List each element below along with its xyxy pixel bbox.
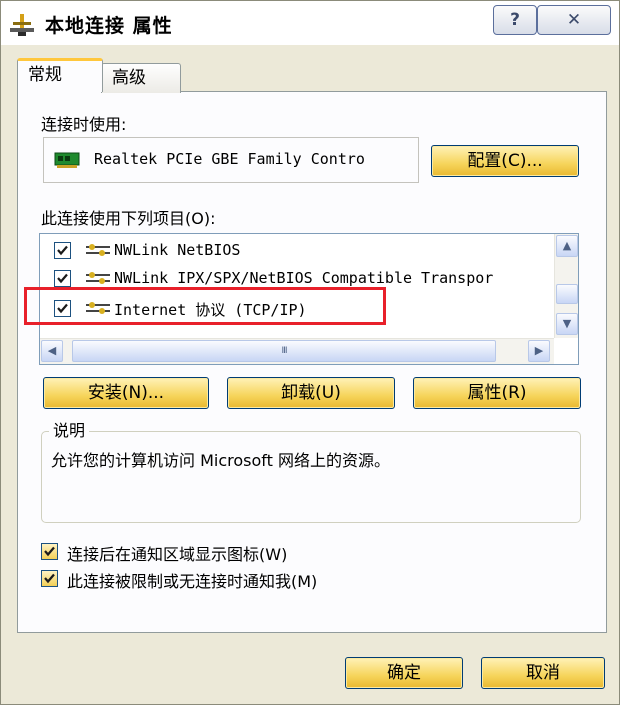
- scroll-right-icon[interactable]: ▶: [528, 340, 550, 362]
- vertical-scrollbar[interactable]: ▲ ▼: [554, 234, 578, 338]
- window-title: 本地连接 属性: [45, 15, 173, 37]
- help-button[interactable]: ?: [493, 5, 537, 35]
- adapter-field: Realtek PCIe GBE Family Contro: [43, 137, 419, 183]
- list-item[interactable]: NWLink NetBIOS: [40, 238, 550, 262]
- show-icon-checkbox[interactable]: [41, 543, 58, 560]
- description-title: 说明: [49, 417, 90, 441]
- notify-checkbox-label: 此连接被限制或无连接时通知我(M): [67, 572, 318, 591]
- description-groupbox: [41, 431, 581, 523]
- description-text: 允许您的计算机访问 Microsoft 网络上的资源。: [51, 451, 390, 470]
- item-checkbox[interactable]: [54, 270, 71, 287]
- configure-button[interactable]: 配置(C)...: [431, 145, 579, 177]
- scroll-thumb[interactable]: III: [72, 340, 496, 362]
- title-bar[interactable]: 本地连接 属性 ? ✕: [1, 1, 619, 45]
- connect-using-label: 连接时使用:: [41, 115, 127, 134]
- checkmark-icon: [57, 273, 68, 284]
- items-label: 此连接使用下列项目(O):: [41, 209, 216, 228]
- scroll-thumb[interactable]: [556, 284, 578, 304]
- checkmark-icon: [57, 245, 68, 256]
- notify-checkbox-row[interactable]: 此连接被限制或无连接时通知我(M): [41, 568, 401, 591]
- item-label: NWLink IPX/SPX/NetBIOS Compatible Transp…: [114, 269, 494, 287]
- item-checkbox[interactable]: [54, 300, 71, 317]
- uninstall-button[interactable]: 卸载(U): [227, 377, 395, 409]
- close-button[interactable]: ✕: [537, 5, 611, 35]
- install-button[interactable]: 安装(N)...: [43, 377, 209, 409]
- scroll-down-icon[interactable]: ▼: [556, 313, 578, 335]
- properties-button[interactable]: 属性(R): [413, 377, 581, 409]
- ok-button[interactable]: 确定: [345, 657, 463, 689]
- item-checkbox[interactable]: [54, 242, 71, 259]
- network-connection-icon: [10, 14, 34, 36]
- item-label: Internet 协议 (TCP/IP): [114, 301, 307, 319]
- checkmark-icon: [57, 303, 68, 314]
- show-icon-checkbox-row[interactable]: 连接后在通知区域显示图标(W): [41, 541, 371, 564]
- checkmark-icon: [44, 546, 55, 557]
- cancel-button[interactable]: 取消: [481, 657, 605, 689]
- checkmark-icon: [44, 573, 55, 584]
- tab-general[interactable]: 常规: [17, 58, 103, 92]
- tab-advanced[interactable]: 高级: [101, 63, 181, 93]
- protocol-icon: [86, 272, 110, 284]
- protocol-icon: [86, 244, 110, 256]
- network-card-icon: [54, 152, 80, 168]
- adapter-name: Realtek PCIe GBE Family Contro: [94, 150, 365, 168]
- scroll-up-icon[interactable]: ▲: [556, 235, 578, 257]
- list-item-tcp-ip[interactable]: Internet 协议 (TCP/IP): [40, 296, 550, 320]
- show-icon-checkbox-label: 连接后在通知区域显示图标(W): [67, 545, 288, 564]
- list-item[interactable]: NWLink IPX/SPX/NetBIOS Compatible Transp…: [40, 266, 550, 290]
- properties-dialog: 本地连接 属性 ? ✕ 常规 高级 连接时使用: Realtek PCIe GB…: [0, 0, 620, 705]
- horizontal-scrollbar[interactable]: ◀ III ▶: [40, 338, 554, 364]
- protocol-icon: [86, 302, 110, 314]
- components-list[interactable]: NWLink NetBIOS NWLink IPX/SPX/NetBIOS Co…: [39, 233, 579, 365]
- notify-checkbox[interactable]: [41, 570, 58, 587]
- item-label: NWLink NetBIOS: [114, 241, 241, 259]
- scroll-left-icon[interactable]: ◀: [41, 340, 63, 362]
